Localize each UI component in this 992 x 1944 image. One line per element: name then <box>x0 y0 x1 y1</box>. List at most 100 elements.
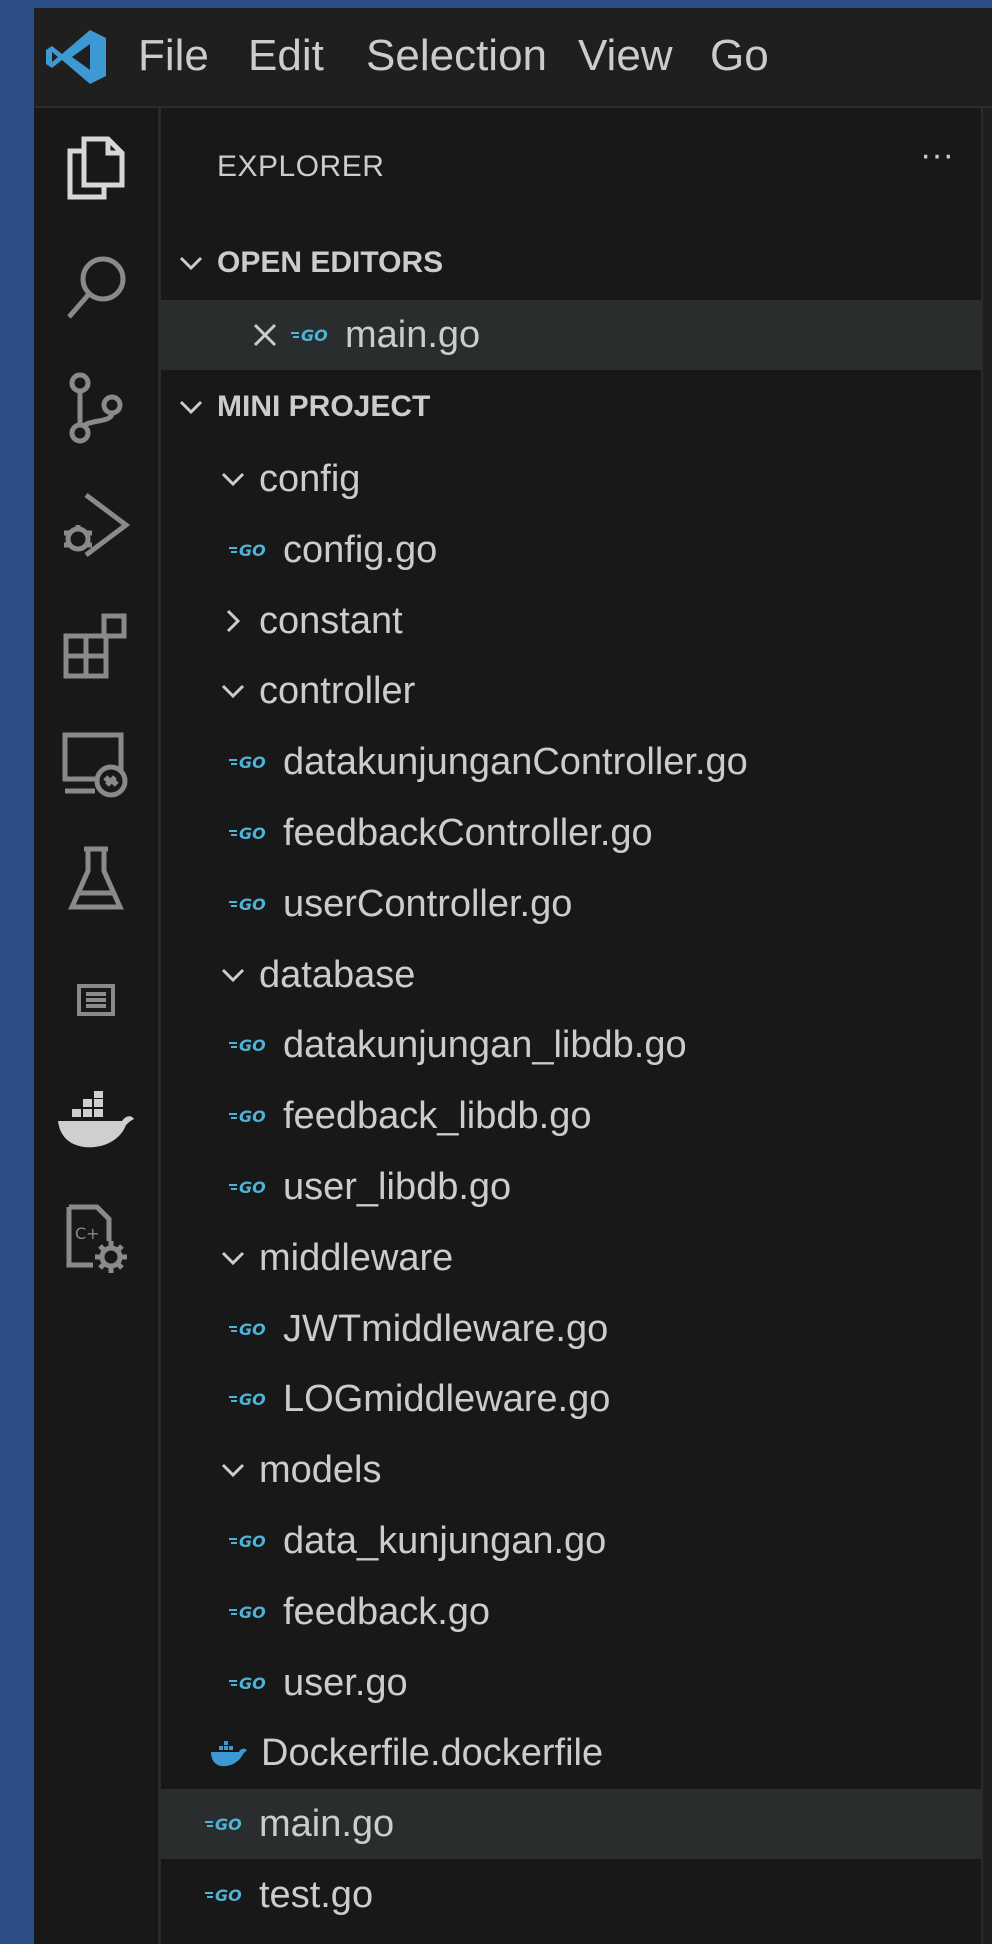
go-file-icon: GO <box>205 1815 242 1834</box>
activity-bar: C+ <box>34 108 161 1944</box>
title-bar: File Edit Selection View Go <box>34 8 992 108</box>
tree-item-label: userController.go <box>283 882 573 925</box>
svg-text:GO: GO <box>239 1532 266 1551</box>
tree-item-label: user_libdb.go <box>283 1165 512 1208</box>
tree-item-label: models <box>259 1448 382 1491</box>
file-item[interactable]: GO feedback.go <box>161 1577 981 1647</box>
tree-item-label: datakunjungan_libdb.go <box>283 1023 687 1066</box>
close-icon[interactable] <box>251 321 279 349</box>
file-item[interactable]: GO LOGmiddleware.go <box>161 1364 981 1434</box>
remote-explorer-icon[interactable] <box>34 714 158 814</box>
docker-file-icon <box>211 1741 247 1767</box>
tree-item-label: data_kunjungan.go <box>283 1519 607 1562</box>
menu-file[interactable]: File <box>138 30 209 82</box>
tree-item-label: Dockerfile.dockerfile <box>261 1731 604 1774</box>
more-actions-button[interactable]: ··· <box>909 138 965 178</box>
chevron-down-icon <box>221 684 245 699</box>
editor-edge <box>981 108 992 1944</box>
docker-icon[interactable] <box>34 1070 158 1170</box>
file-item[interactable]: GO userController.go <box>161 869 981 939</box>
svg-text:GO: GO <box>239 895 266 914</box>
chevron-down-icon <box>221 968 245 983</box>
folder-item[interactable]: controller <box>161 656 981 726</box>
svg-text:GO: GO <box>239 1107 266 1126</box>
file-item[interactable]: GO datakunjungan_libdb.go <box>161 1010 981 1080</box>
chevron-down-icon <box>179 256 203 271</box>
go-file-icon: GO <box>229 824 266 843</box>
go-file-icon: GO <box>291 326 328 345</box>
menu-selection[interactable]: Selection <box>366 30 547 82</box>
testing-icon[interactable] <box>34 830 158 930</box>
vscode-window: File Edit Selection View Go C+ EXPLORER … <box>34 8 992 1944</box>
cpp-config-icon[interactable]: C+ <box>34 1188 158 1288</box>
chevron-right-icon <box>226 609 241 633</box>
svg-text:GO: GO <box>239 1603 266 1622</box>
tree-item-label: controller <box>259 669 416 712</box>
file-item[interactable]: GO feedback_libdb.go <box>161 1081 981 1151</box>
svg-text:GO: GO <box>239 1390 266 1409</box>
svg-text:GO: GO <box>215 1815 242 1834</box>
tree-item-label: test.go <box>259 1873 374 1916</box>
file-item[interactable]: GO feedbackController.go <box>161 798 981 868</box>
go-file-icon: GO <box>229 1532 266 1551</box>
svg-text:C+: C+ <box>75 1224 100 1243</box>
svg-text:GO: GO <box>239 824 266 843</box>
explorer-title: EXPLORER <box>217 150 385 183</box>
go-file-icon: GO <box>229 1036 266 1055</box>
go-file-icon: GO <box>229 1178 266 1197</box>
tree-item-label: database <box>259 953 416 996</box>
chevron-down-icon <box>221 1251 245 1266</box>
tree-item-label: JWTmiddleware.go <box>283 1307 609 1350</box>
folder-item[interactable]: constant <box>161 586 981 656</box>
menu-edit[interactable]: Edit <box>248 30 324 82</box>
svg-text:GO: GO <box>239 753 266 772</box>
project-header[interactable]: MINI PROJECT <box>161 372 981 442</box>
search-icon[interactable] <box>34 238 158 338</box>
open-editor-item[interactable]: GO main.go <box>161 300 981 370</box>
go-file-icon: GO <box>229 1390 266 1409</box>
go-file-icon: GO <box>229 1603 266 1622</box>
go-file-icon: GO <box>229 895 266 914</box>
open-editors-label: OPEN EDITORS <box>217 246 444 279</box>
file-item[interactable]: GO user_libdb.go <box>161 1152 981 1222</box>
extensions-icon[interactable] <box>34 596 158 696</box>
vscode-logo-icon <box>46 30 106 84</box>
svg-text:GO: GO <box>239 1178 266 1197</box>
run-debug-icon[interactable] <box>34 476 158 576</box>
folder-item[interactable]: middleware <box>161 1223 981 1293</box>
tree-item-label: config.go <box>283 528 438 571</box>
open-editors-header[interactable]: OPEN EDITORS <box>161 228 981 298</box>
tree-item-label: middleware <box>259 1236 454 1279</box>
tree-item-label: user.go <box>283 1661 408 1704</box>
project-label: MINI PROJECT <box>217 390 431 423</box>
explorer-icon[interactable] <box>34 118 158 218</box>
folder-item[interactable]: database <box>161 940 981 1010</box>
source-control-icon[interactable] <box>34 358 158 458</box>
tree-item-label: config <box>259 457 361 500</box>
file-item[interactable]: GO datakunjunganController.go <box>161 727 981 797</box>
svg-text:GO: GO <box>239 541 266 560</box>
explorer-sidebar: EXPLORER ··· OPEN EDITORS GO main.go MIN… <box>161 108 981 1944</box>
tree-item-label: LOGmiddleware.go <box>283 1377 611 1420</box>
tree-item-label: datakunjunganController.go <box>283 740 748 783</box>
menu-go[interactable]: Go <box>710 30 769 82</box>
go-file-icon: GO <box>205 1886 242 1905</box>
folder-item[interactable]: models <box>161 1435 981 1505</box>
chevron-down-icon <box>179 400 203 415</box>
chevron-down-icon <box>221 1463 245 1478</box>
folder-item[interactable]: config <box>161 444 981 514</box>
go-file-icon: GO <box>229 1107 266 1126</box>
file-item[interactable]: GO user.go <box>161 1648 981 1718</box>
file-item[interactable]: GO config.go <box>161 515 981 585</box>
file-item[interactable]: GO JWTmiddleware.go <box>161 1294 981 1364</box>
file-item[interactable]: GO data_kunjungan.go <box>161 1506 981 1576</box>
list-view-icon[interactable] <box>34 950 158 1050</box>
file-item[interactable]: GO main.go <box>161 1789 981 1859</box>
file-item[interactable]: GO test.go <box>161 1860 981 1930</box>
menu-view[interactable]: View <box>578 30 673 82</box>
go-file-icon: GO <box>229 1674 266 1693</box>
tree-item-label: feedback.go <box>283 1590 491 1633</box>
go-file-icon: GO <box>229 753 266 772</box>
file-item[interactable]: Dockerfile.dockerfile <box>161 1718 981 1788</box>
tree-item-label: main.go <box>259 1802 395 1845</box>
